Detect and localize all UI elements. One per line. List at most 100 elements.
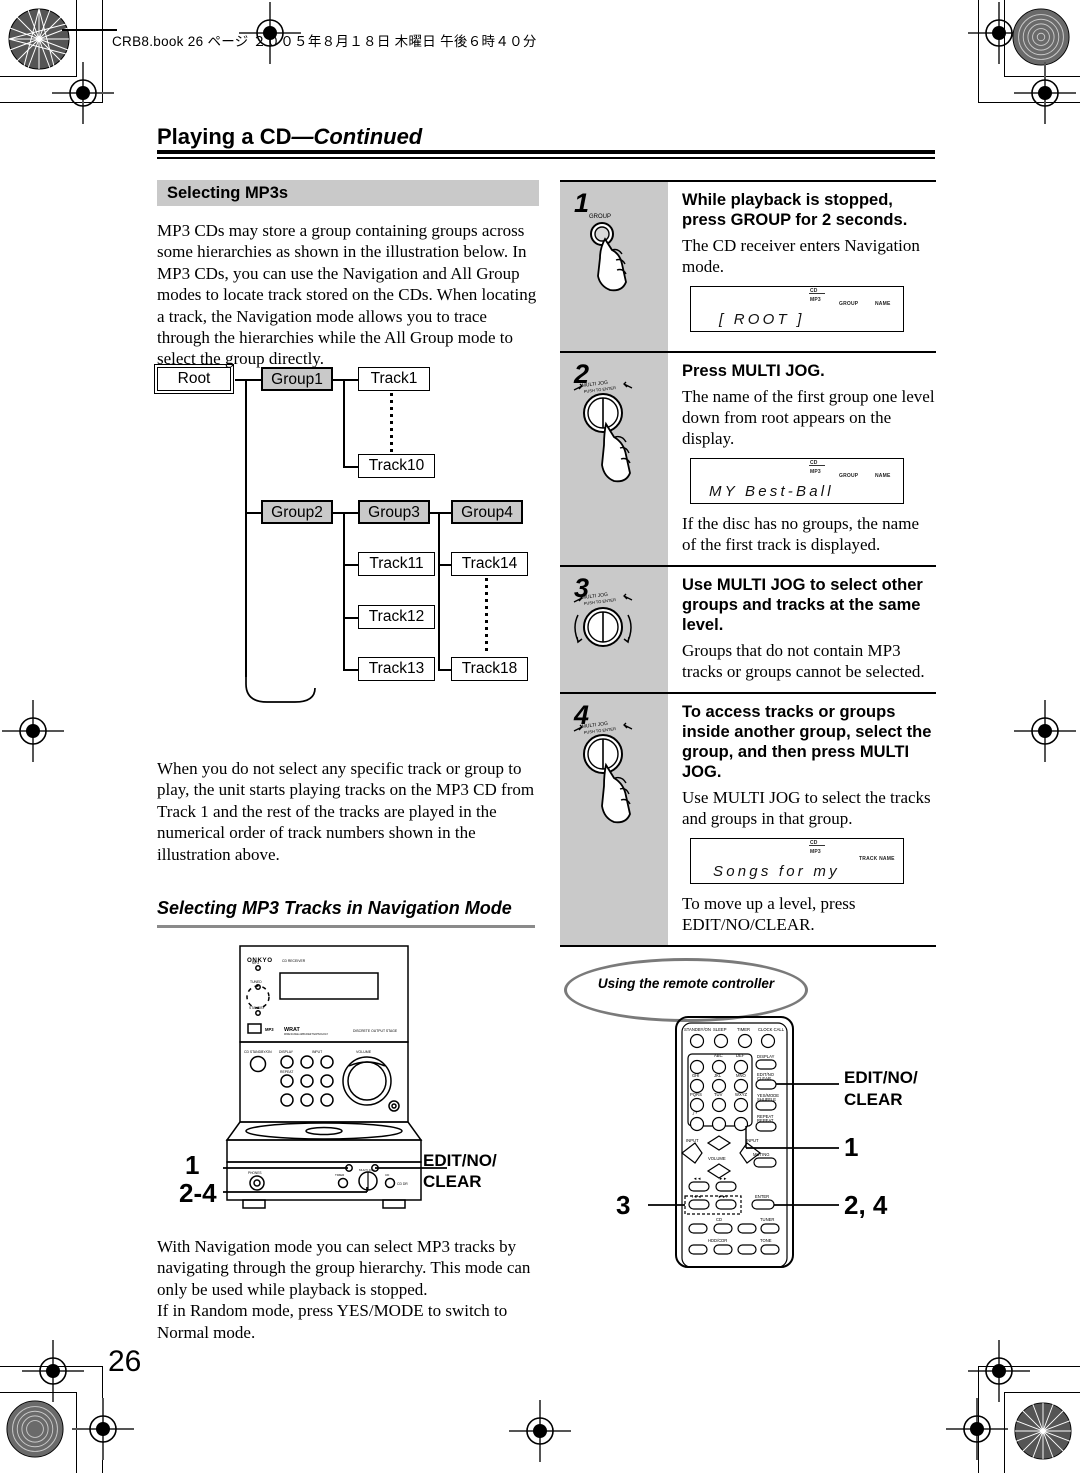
- diagram-node-track1: Track1: [358, 367, 430, 391]
- diagram-connector: [245, 512, 261, 514]
- step-4-text-1: Use MULTI JOG to select the tracks and g…: [682, 788, 931, 828]
- display-indicator-track-name: TRACK NAME: [859, 856, 895, 862]
- remote-callout-2-4: 2, 4: [844, 1190, 888, 1220]
- svg-text:TIMER: TIMER: [737, 1027, 750, 1032]
- display-indicator-mp3: MP3: [810, 469, 821, 475]
- multi-jog-press-icon: MULTI JOG PUSH TO ENTER: [573, 380, 633, 483]
- step-2-display-text: MY Best-Ball: [709, 483, 834, 500]
- step-4-number-cell: 4 MULTI JOG PUSH TO ENTER: [560, 694, 668, 945]
- step-3-number-cell: 3 MULTI JOG PUSH TO ENTER: [560, 567, 668, 692]
- diagram-connector: [343, 512, 345, 669]
- svg-text:CD RECEIVER: CD RECEIVER: [282, 959, 306, 963]
- cd-receiver-illustration: ONKYO CD RECEIVER ‎ MP3 TUNED STANDBY MP…: [179, 940, 530, 1215]
- svg-text:CLEAR: CLEAR: [757, 1076, 771, 1081]
- svg-text:MP3: MP3: [265, 1027, 274, 1032]
- diagram-connector: [343, 466, 358, 468]
- remote-callout-1: 1: [844, 1132, 859, 1162]
- svg-text:MP3: MP3: [252, 961, 259, 965]
- svg-text:WXYZ: WXYZ: [735, 1092, 748, 1097]
- svg-text:TONE: TONE: [760, 1238, 772, 1243]
- diagram-node-track18: Track18: [451, 657, 528, 681]
- page-content: Playing a CD—Continued Selecting MP3s MP…: [0, 0, 1080, 1468]
- unit-callout-1: 1: [185, 1150, 200, 1180]
- unit-callout-edit-line2: CLEAR: [423, 1172, 482, 1191]
- step-4-display-text: Songs for my: [713, 863, 840, 880]
- diagram-connector: [438, 564, 451, 566]
- svg-text:SHUFFLE: SHUFFLE: [757, 1097, 776, 1102]
- svg-text:CD STANDBY/ON: CD STANDBY/ON: [244, 1050, 272, 1054]
- diagram-node-track14: Track14: [451, 552, 528, 576]
- diagram-connector: [333, 512, 358, 514]
- svg-text:REPEAT: REPEAT: [757, 1118, 774, 1123]
- svg-text:CLOCK CALL: CLOCK CALL: [758, 1027, 785, 1032]
- svg-text:SLEEP: SLEEP: [713, 1027, 727, 1032]
- after-diagram-paragraph: When you do not select any specific trac…: [157, 759, 535, 864]
- step-1-display-text: [ ROOT ]: [719, 311, 805, 328]
- step-1-text: The CD receiver enters Navigation mode.: [682, 236, 920, 276]
- diagram-node-group2: Group2: [261, 500, 333, 524]
- step-2-text-2: If the disc has no groups, the name of t…: [682, 514, 919, 554]
- step-2-title: Press MULTI JOG.: [682, 362, 825, 380]
- left-column: Selecting MP3s MP3 CDs may store a group…: [157, 180, 539, 370]
- intro-paragraph: MP3 CDs may store a group containing gro…: [157, 221, 537, 369]
- svg-text:STANDBY/ON: STANDBY/ON: [684, 1027, 711, 1032]
- svg-text:MNO: MNO: [736, 1073, 747, 1078]
- svg-text:GHI: GHI: [692, 1073, 699, 1078]
- diagram-node-group3: Group3: [358, 500, 430, 524]
- step-2-body: Press MULTI JOG. The name of the first g…: [668, 353, 936, 565]
- diagram-connector: [438, 669, 451, 671]
- diagram-connector: [333, 379, 358, 381]
- svg-text:VOLUME: VOLUME: [708, 1156, 726, 1161]
- step-2-text-1: The name of the first group one level do…: [682, 387, 935, 448]
- diagram-connector: [245, 379, 247, 677]
- title-rule-thick: [157, 150, 935, 154]
- diagram-connector: [343, 669, 358, 671]
- step-1: 1 GROUP While playback is stopped, press…: [560, 180, 936, 351]
- diagram-node-group4: Group4: [451, 500, 523, 524]
- remote-bubble-label: Using the remote controller: [597, 976, 775, 991]
- svg-text:STANDBY: STANDBY: [249, 1006, 266, 1010]
- diagram-ellipsis-dots: [390, 393, 393, 453]
- diagram-tail-curve: [245, 662, 316, 703]
- diagram-connector: [343, 617, 358, 619]
- mp3-hierarchy-diagram: Root Group1 Track1 Track10 Group2 Group3…: [154, 362, 550, 703]
- svg-text:ENTER: ENTER: [755, 1194, 769, 1199]
- svg-text:DISCRETE OUTPUT STAGE: DISCRETE OUTPUT STAGE: [353, 1029, 398, 1033]
- navigation-paragraphs: With Navigation mode you can select MP3 …: [157, 1236, 542, 1343]
- display-indicator-name: NAME: [875, 473, 891, 479]
- diagram-node-root: Root: [154, 364, 234, 394]
- diagram-node-group1: Group1: [261, 367, 333, 391]
- svg-text:WRAT: WRAT: [284, 1027, 300, 1033]
- svg-text:INPUT: INPUT: [312, 1050, 322, 1054]
- svg-text:►►I: ►►I: [718, 1194, 727, 1199]
- svg-text:TUNER: TUNER: [760, 1217, 774, 1222]
- title-rule-thin: [157, 157, 935, 159]
- remote-controller-section: Using the remote controller STANDBY/ON S…: [556, 950, 948, 1270]
- diagram-node-track10: Track10: [358, 454, 435, 478]
- display-indicator-cd: CD: [810, 288, 818, 294]
- svg-text:MULTI JOG: MULTI JOG: [359, 1168, 375, 1172]
- step-3-title: Use MULTI JOG to select other groups and…: [682, 576, 923, 634]
- svg-text:JKL: JKL: [714, 1073, 722, 1078]
- step-3-body: Use MULTI JOG to select other groups and…: [668, 567, 936, 692]
- svg-text:PQRS: PQRS: [690, 1092, 702, 1097]
- diagram-node-track13: Track13: [358, 657, 435, 681]
- multi-jog-turn-icon: MULTI JOG PUSH TO ENTER: [573, 592, 633, 647]
- remote-illustration: STANDBY/ON SLEEP TIMER CLOCK CALL ABC DEF G…: [648, 1016, 839, 1268]
- nav-paragraph-1: With Navigation mode you can select MP3 …: [157, 1237, 531, 1299]
- svg-text:INPUT: INPUT: [746, 1138, 759, 1143]
- step-1-number-cell: 1 GROUP: [560, 182, 668, 351]
- diagram-connector: [430, 512, 451, 514]
- svg-text:TIMER: TIMER: [335, 1173, 345, 1177]
- svg-text:WIDE RANGE AMPLIFIER TECHNOLOG: WIDE RANGE AMPLIFIER TECHNOLOGY: [284, 1033, 329, 1036]
- section-heading-navigation-mode: Selecting MP3 Tracks in Navigation Mode: [157, 898, 512, 918]
- svg-text:I◄◄: I◄◄: [692, 1194, 701, 1199]
- display-indicator-mp3: MP3: [810, 297, 821, 303]
- remote-callout-3: 3: [616, 1190, 631, 1220]
- step-1-title: While playback is stopped, press GROUP f…: [682, 191, 908, 229]
- remote-callout-edit-line1: EDIT/NO/: [844, 1068, 918, 1087]
- group-button-press-icon: GROUP: [589, 214, 627, 292]
- section-heading-selecting-mp3s: Selecting MP3s: [157, 180, 539, 206]
- display-indicator-group: GROUP: [839, 473, 859, 479]
- display-indicator-mp3: MP3: [810, 849, 821, 855]
